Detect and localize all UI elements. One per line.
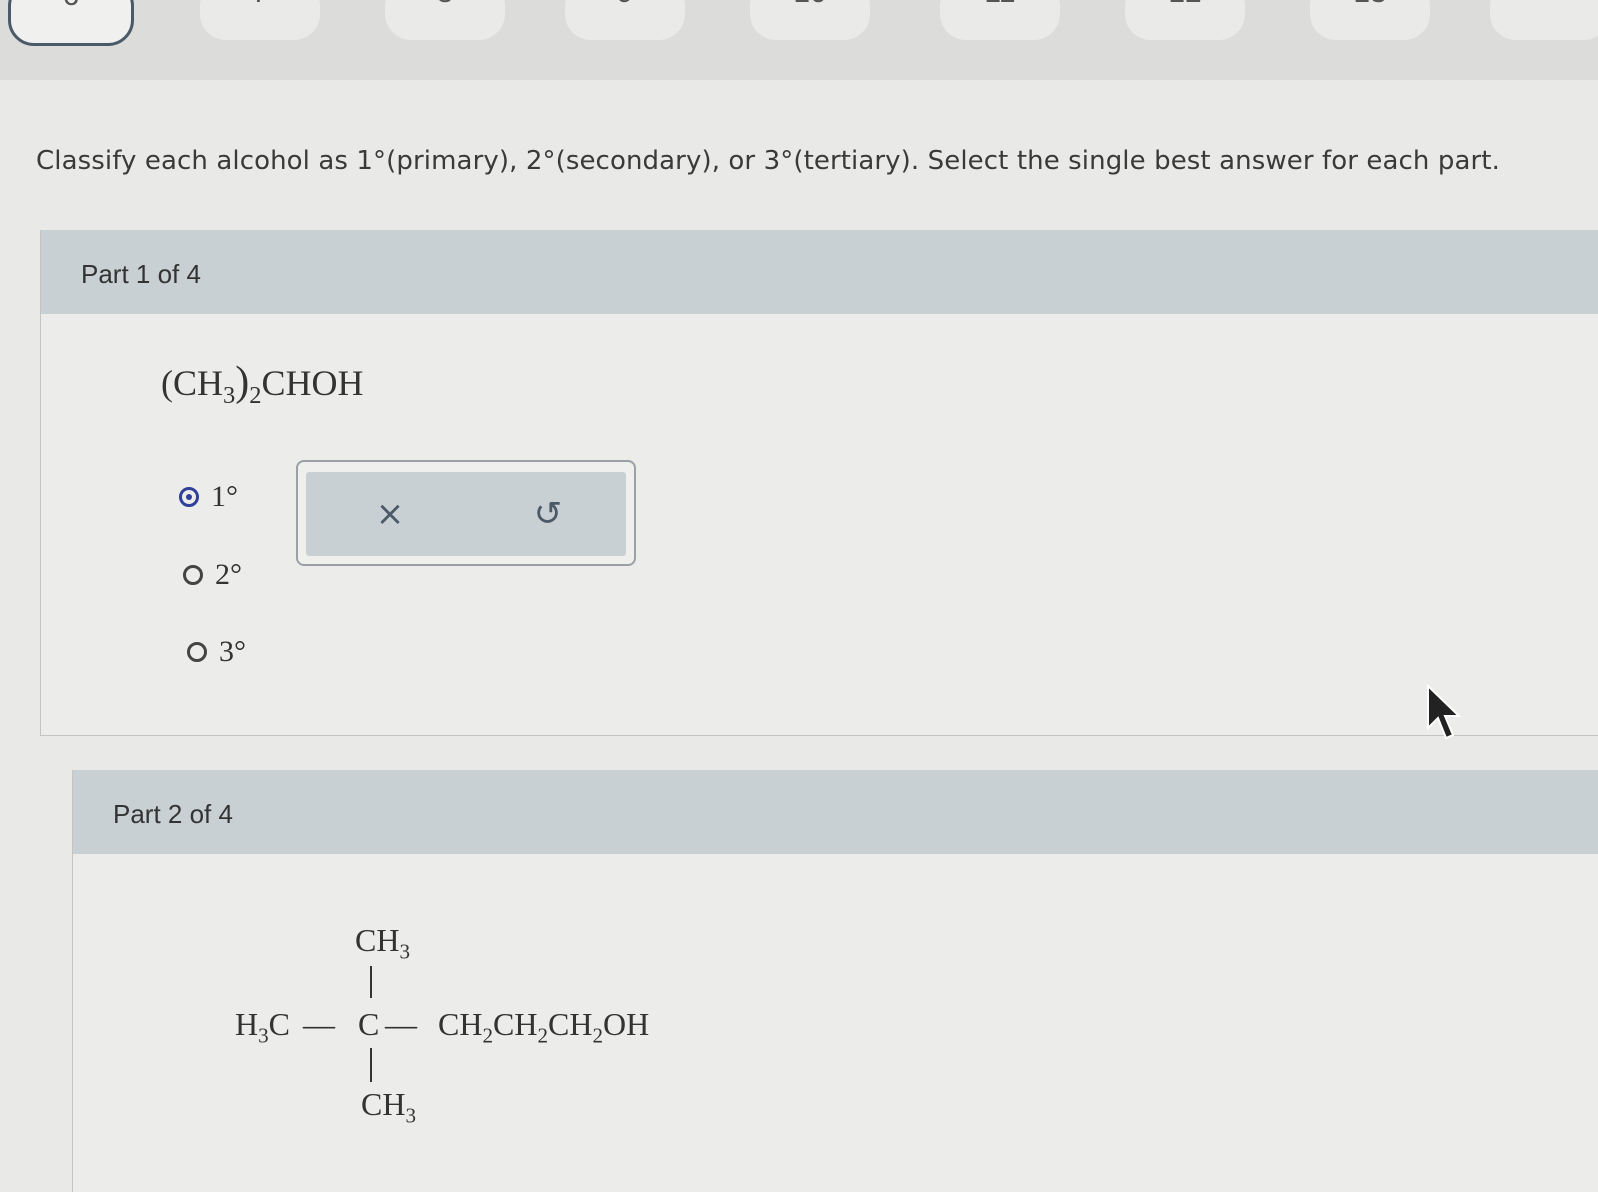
question-nav-item[interactable]: 10 — [750, 0, 870, 40]
question-nav-item[interactable]: 6 — [8, 0, 134, 46]
instructions-text: Classify each alcohol as 1°(primary), 2°… — [36, 146, 1500, 176]
bond-horizontal-right: — — [385, 1006, 417, 1042]
radio-icon[interactable] — [187, 642, 207, 662]
part-2-panel: Part 2 of 4 CH3 H3C — C — CH2CH2CH2OH CH… — [72, 770, 1598, 1192]
question-nav-item[interactable]: 11 — [940, 0, 1060, 40]
clear-icon[interactable]: × — [366, 490, 414, 538]
structure-left-methyl: H3C — [235, 1006, 291, 1048]
question-nav-item[interactable]: 8 — [385, 0, 505, 40]
question-nav-item[interactable] — [1490, 0, 1598, 40]
question-nav: 6 7 8 9 10 11 12 13 — [0, 0, 1598, 80]
question-nav-item[interactable]: 12 — [1125, 0, 1245, 40]
mouse-cursor-icon — [1427, 684, 1462, 740]
answer-actions-bar: × ↺ — [306, 472, 626, 556]
choice-secondary[interactable]: 2° — [183, 558, 242, 592]
bond-vertical-top — [370, 966, 372, 998]
radio-selected-icon[interactable] — [179, 487, 199, 507]
structure-bottom-methyl: CH3 — [361, 1086, 417, 1128]
part-1-panel: Part 1 of 4 (CH3)2CHOH 1° 2° 3° × ↺ — [40, 230, 1598, 736]
structure-central-carbon: C — [358, 1006, 380, 1042]
bond-vertical-bottom — [370, 1048, 372, 1082]
structure-top-methyl: CH3 — [355, 922, 411, 964]
bond-horizontal-left: — — [303, 1006, 335, 1042]
part-2-header: Part 2 of 4 — [73, 770, 1598, 854]
choice-primary[interactable]: 1° — [179, 480, 238, 514]
choice-tertiary[interactable]: 3° — [187, 635, 246, 669]
part-1-formula: (CH3)2CHOH — [161, 359, 364, 410]
undo-icon[interactable]: ↺ — [524, 490, 572, 538]
structure-chain: CH2CH2CH2OH — [438, 1006, 650, 1048]
question-nav-item[interactable]: 13 — [1310, 0, 1430, 40]
part-1-header: Part 1 of 4 — [41, 230, 1598, 314]
radio-icon[interactable] — [183, 565, 203, 585]
answer-actions: × ↺ — [296, 460, 636, 566]
question-nav-item[interactable]: 7 — [200, 0, 320, 40]
question-nav-item[interactable]: 9 — [565, 0, 685, 40]
